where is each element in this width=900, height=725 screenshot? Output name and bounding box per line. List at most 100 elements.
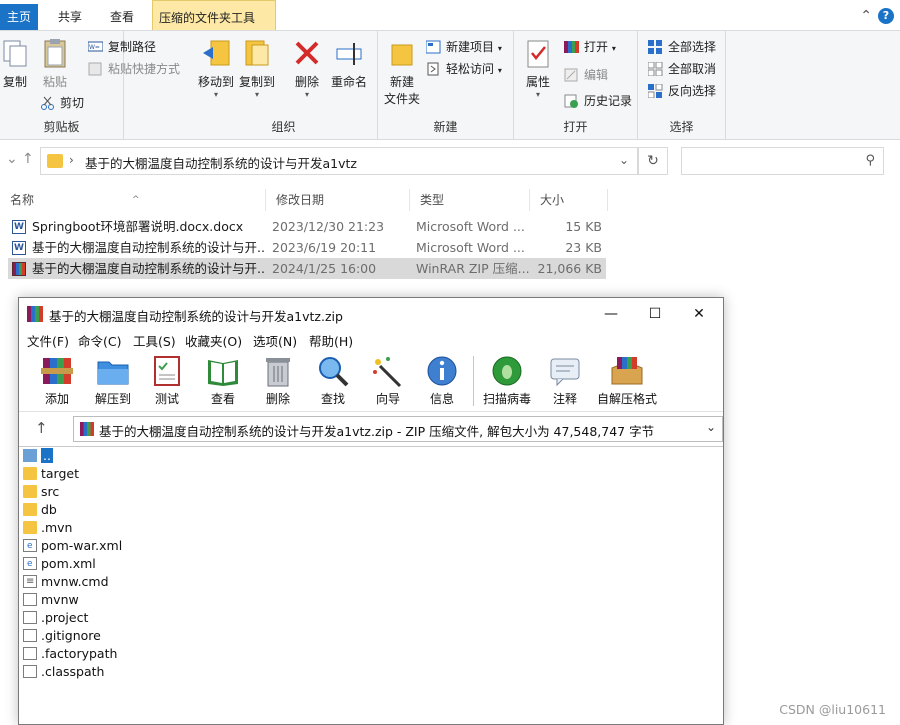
- scan-virus-label: 扫描病毒: [482, 392, 531, 406]
- word-icon: [12, 238, 26, 259]
- list-item[interactable]: pom.xml: [23, 555, 96, 573]
- comment-button[interactable]: 注释: [535, 354, 595, 407]
- folder-icon: [23, 467, 37, 480]
- menu-options[interactable]: 选项(N): [253, 331, 297, 350]
- address-row: ⌄ ↑ › 基于的大棚温度自动控制系统的设计与开发a1vtz ⌄ ↻ ⚲: [0, 141, 900, 181]
- menu-file[interactable]: 文件(F): [27, 331, 69, 350]
- paste-shortcut-label: 粘贴快捷方式: [108, 62, 181, 76]
- list-item[interactable]: src: [23, 483, 59, 501]
- new-folder-button[interactable]: 新建 文件夹: [382, 37, 422, 107]
- list-item[interactable]: mvnw.cmd: [23, 573, 109, 591]
- menu-tools[interactable]: 工具(S): [133, 331, 176, 350]
- search-input[interactable]: ⚲: [681, 147, 884, 175]
- paste-shortcut-button[interactable]: 粘贴快捷方式: [88, 59, 180, 79]
- invert-selection-button[interactable]: 反向选择: [648, 81, 716, 101]
- select-all-button[interactable]: 全部选择: [648, 37, 716, 57]
- new-group: 新建 文件夹 新建项目 ▾ 轻松访问 ▾ 新建: [378, 31, 514, 139]
- parent-folder-icon: [23, 449, 37, 462]
- file-type: Microsoft Word ...: [416, 240, 525, 255]
- select-all-label: 全部选择: [668, 40, 717, 54]
- file-name: 基于的大棚温度自动控制系统的设计与开...: [32, 261, 264, 276]
- file-list: ^ 名称 修改日期 类型 大小 Springboot环境部署说明.docx.do…: [0, 181, 900, 301]
- winrar-title-bar[interactable]: 基于的大棚温度自动控制系统的设计与开发a1vtz.zip — ☐ ✕: [19, 298, 723, 329]
- list-item-parent[interactable]: ..: [23, 447, 53, 465]
- address-bar[interactable]: › 基于的大棚温度自动控制系统的设计与开发a1vtz ⌄: [40, 147, 638, 175]
- rename-button[interactable]: 重命名: [328, 37, 370, 90]
- view-button[interactable]: 查看: [193, 354, 253, 407]
- chevron-up-icon[interactable]: ⌃: [860, 8, 872, 24]
- info-button[interactable]: 信息: [412, 354, 472, 407]
- sfx-button[interactable]: 自解压格式: [595, 354, 659, 407]
- address-dropdown-icon[interactable]: ⌄: [619, 153, 629, 167]
- winrar-path-dropdown[interactable]: 基于的大棚温度自动控制系统的设计与开发a1vtz.zip - ZIP 压缩文件,…: [73, 416, 723, 442]
- history-button[interactable]: 历史记录: [564, 91, 632, 111]
- column-header-date[interactable]: 修改日期: [266, 189, 410, 211]
- chevron-down-icon[interactable]: ⌄: [6, 151, 18, 167]
- add-button[interactable]: 添加: [27, 354, 87, 407]
- list-item[interactable]: pom-war.xml: [23, 537, 122, 555]
- menu-commands[interactable]: 命令(C): [78, 331, 121, 350]
- tab-share[interactable]: 共享: [52, 4, 88, 30]
- refresh-icon: ↻: [647, 153, 659, 169]
- edit-button[interactable]: 编辑: [564, 65, 608, 85]
- tab-home[interactable]: 主页: [0, 4, 38, 30]
- column-header-type[interactable]: 类型: [410, 189, 530, 211]
- list-item-name: pom.xml: [41, 556, 96, 571]
- select-none-button[interactable]: 全部取消: [648, 59, 716, 79]
- menu-favorites[interactable]: 收藏夹(O): [185, 331, 242, 350]
- help-icon[interactable]: ?: [878, 8, 894, 24]
- list-item[interactable]: .project: [23, 609, 88, 627]
- list-item[interactable]: mvnw: [23, 591, 79, 609]
- winrar-file-list: .. target src db .mvn pom-war.xml pom.xm…: [19, 446, 723, 724]
- breadcrumb[interactable]: 基于的大棚温度自动控制系统的设计与开发a1vtz: [85, 153, 357, 172]
- file-row[interactable]: Springboot环境部署说明.docx.docx 2023/12/30 21…: [8, 216, 606, 238]
- list-item[interactable]: .classpath: [23, 663, 104, 681]
- list-item[interactable]: db: [23, 501, 57, 519]
- wizard-button[interactable]: 向导: [358, 354, 418, 407]
- properties-button[interactable]: 属性 ▾: [520, 37, 556, 99]
- copy-button[interactable]: 复制: [0, 37, 30, 90]
- column-header-name[interactable]: ^ 名称: [0, 189, 266, 211]
- copy-path-button[interactable]: W= 复制路径: [88, 37, 156, 57]
- column-header-name-label: 名称: [10, 193, 35, 207]
- test-button[interactable]: 测试: [137, 354, 197, 407]
- refresh-button[interactable]: ↻: [638, 147, 668, 175]
- delete-button[interactable]: 删除 ▾: [292, 37, 322, 99]
- close-icon[interactable]: ✕: [677, 301, 721, 327]
- scan-virus-button[interactable]: 扫描病毒: [477, 354, 537, 407]
- list-item[interactable]: .factorypath: [23, 645, 117, 663]
- paste-button[interactable]: 粘贴: [38, 37, 72, 90]
- maximize-icon[interactable]: ☐: [633, 301, 677, 327]
- list-item[interactable]: .mvn: [23, 519, 72, 537]
- file-type: WinRAR ZIP 压缩...: [416, 261, 530, 276]
- easy-access-button[interactable]: 轻松访问 ▾: [426, 59, 502, 79]
- open-button[interactable]: 打开 ▾: [564, 37, 616, 57]
- copy-to-button[interactable]: 复制到 ▾: [236, 37, 278, 99]
- file-row[interactable]: 基于的大棚温度自动控制系统的设计与开... 2023/6/19 20:11 Mi…: [8, 237, 606, 259]
- file-row[interactable]: 基于的大棚温度自动控制系统的设计与开... 2024/1/25 16:00 Wi…: [8, 258, 606, 279]
- list-item[interactable]: .gitignore: [23, 627, 101, 645]
- search-icon: ⚲: [865, 153, 875, 168]
- info-label: 信息: [429, 392, 454, 406]
- rar-delete-button[interactable]: 删除: [248, 354, 308, 407]
- cut-button[interactable]: 剪切: [40, 93, 84, 113]
- extract-to-button[interactable]: 解压到: [83, 354, 143, 407]
- new-item-button[interactable]: 新建项目 ▾: [426, 37, 502, 57]
- up-arrow-icon[interactable]: ↑: [22, 151, 34, 167]
- info-icon: [427, 356, 457, 386]
- find-button[interactable]: 查找: [303, 354, 363, 407]
- tab-compressed-folder-tools[interactable]: 压缩的文件夹工具: [152, 0, 276, 30]
- menu-help[interactable]: 帮助(H): [309, 331, 353, 350]
- list-item[interactable]: target: [23, 465, 79, 483]
- file-date: 2023/12/30 21:23: [272, 219, 385, 234]
- chevron-down-icon[interactable]: ⌄: [706, 420, 716, 434]
- column-header-size[interactable]: 大小: [530, 189, 608, 211]
- organize-group-label: 组织: [271, 120, 296, 134]
- list-item-name: db: [41, 502, 57, 517]
- list-item-name: .classpath: [41, 664, 105, 679]
- move-to-button[interactable]: 移动到 ▾: [196, 37, 236, 99]
- up-arrow-icon[interactable]: ↑: [35, 419, 48, 437]
- tab-view[interactable]: 查看: [104, 4, 140, 30]
- new-folder-label-line2: 文件夹: [383, 92, 420, 106]
- minimize-icon[interactable]: —: [589, 301, 633, 327]
